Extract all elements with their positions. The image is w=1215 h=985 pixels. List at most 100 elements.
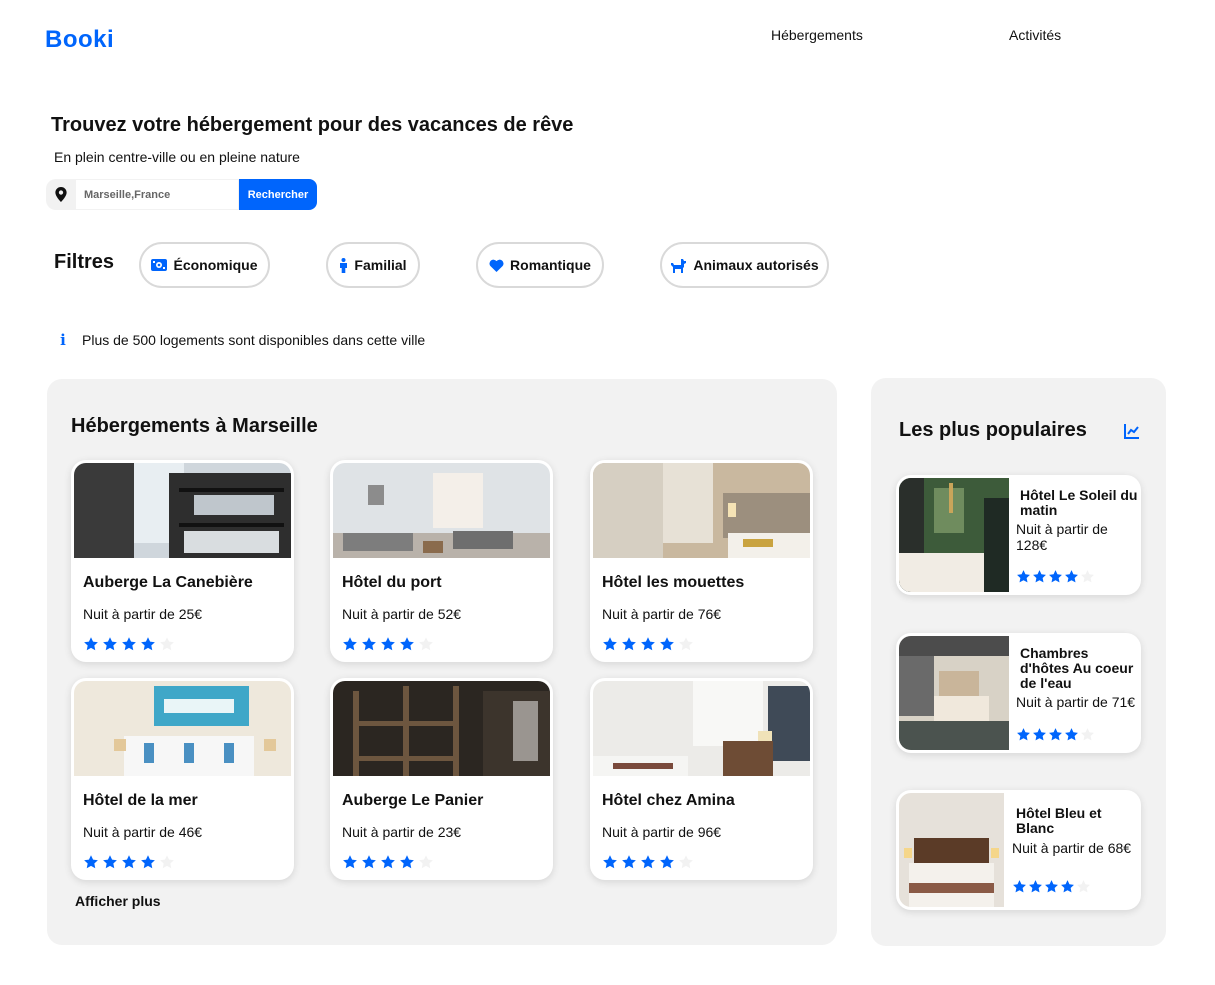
hotel-photo: [899, 636, 1009, 750]
star-filled-icon: [1032, 727, 1047, 742]
popular-card[interactable]: Hôtel Le Soleil du matin Nuit à partir d…: [896, 475, 1141, 595]
star-filled-icon: [621, 854, 637, 870]
star-filled-icon: [621, 636, 637, 652]
star-filled-icon: [102, 636, 118, 652]
search-bar: Rechercher: [46, 179, 317, 210]
star-filled-icon: [83, 636, 99, 652]
star-rating: [342, 636, 434, 652]
star-filled-icon: [1048, 727, 1063, 742]
star-rating: [602, 854, 694, 870]
accommodation-card[interactable]: Hôtel les mouettes Nuit à partir de 76€: [590, 460, 813, 662]
filter-familial[interactable]: Familial: [326, 242, 420, 288]
star-rating: [1016, 727, 1095, 742]
heart-icon: [489, 259, 504, 272]
star-filled-icon: [83, 854, 99, 870]
accommodation-price: Nuit à partir de 76€: [602, 606, 722, 622]
star-filled-icon: [1016, 727, 1031, 742]
trending-chart-icon: [1124, 424, 1139, 439]
filter-animaux-autorises[interactable]: Animaux autorisés: [660, 242, 829, 288]
availability-text: Plus de 500 logements sont disponibles d…: [82, 332, 426, 348]
star-filled-icon: [640, 636, 656, 652]
star-filled-icon: [380, 854, 396, 870]
accommodation-name: Hôtel chez Amina: [602, 792, 735, 809]
popular-title: Les plus populaires: [899, 419, 1087, 441]
popular-price: Nuit à partir de 128€: [1016, 521, 1108, 553]
star-empty-icon: [159, 636, 175, 652]
star-rating: [83, 636, 175, 652]
popular-price: Nuit à partir de 68€: [1012, 840, 1132, 856]
star-empty-icon: [418, 636, 434, 652]
filter-label: Romantique: [510, 257, 591, 273]
search-button[interactable]: Rechercher: [239, 179, 317, 210]
star-filled-icon: [1044, 879, 1059, 894]
star-filled-icon: [1064, 569, 1079, 584]
star-filled-icon: [1064, 727, 1079, 742]
popular-card[interactable]: Chambres d'hôtes Au coeur de l'eau Nuit …: [896, 633, 1141, 753]
popular-card[interactable]: Hôtel Bleu et Blanc Nuit à partir de 68€: [896, 790, 1141, 910]
hotel-photo: [74, 463, 291, 558]
page-subtitle: En plein centre-ville ou en pleine natur…: [54, 149, 300, 165]
star-rating: [342, 854, 434, 870]
star-empty-icon: [678, 636, 694, 652]
accommodation-name: Hôtel les mouettes: [602, 574, 745, 591]
nav-link-hebergements[interactable]: Hébergements: [771, 27, 863, 43]
filter-economique[interactable]: Économique: [139, 242, 270, 288]
dog-icon: [671, 258, 687, 273]
page-title: Trouvez votre hébergement pour des vacan…: [51, 114, 574, 136]
star-rating: [602, 636, 694, 652]
hotel-photo: [593, 681, 810, 776]
search-input[interactable]: [76, 179, 239, 210]
hotel-photo: [593, 463, 810, 558]
nav-link-activites[interactable]: Activités: [1009, 27, 1061, 43]
person-icon: [340, 257, 348, 273]
accommodation-card[interactable]: Hôtel du port Nuit à partir de 52€: [330, 460, 553, 662]
accommodation-name: Auberge La Canebière: [83, 574, 253, 591]
star-filled-icon: [121, 636, 137, 652]
money-icon: [151, 259, 168, 271]
accommodation-card[interactable]: Auberge La Canebière Nuit à partir de 25…: [71, 460, 294, 662]
hotel-photo: [74, 681, 291, 776]
filter-label: Économique: [173, 257, 258, 273]
star-empty-icon: [1080, 727, 1095, 742]
accommodation-card[interactable]: Auberge Le Panier Nuit à partir de 23€: [330, 678, 553, 880]
accommodation-card[interactable]: Hôtel chez Amina Nuit à partir de 96€: [590, 678, 813, 880]
star-filled-icon: [399, 636, 415, 652]
star-filled-icon: [1012, 879, 1027, 894]
star-filled-icon: [602, 854, 618, 870]
accommodation-name: Hôtel de la mer: [83, 792, 198, 809]
map-pin-icon: [46, 179, 76, 210]
star-filled-icon: [1048, 569, 1063, 584]
star-filled-icon: [102, 854, 118, 870]
booki-logo[interactable]: Booki: [45, 26, 114, 54]
filters-label: Filtres: [54, 251, 115, 273]
star-filled-icon: [361, 854, 377, 870]
star-rating: [1016, 569, 1095, 584]
hotel-photo: [899, 478, 1009, 592]
star-filled-icon: [640, 854, 656, 870]
accommodations-title: Hébergements à Marseille: [71, 415, 318, 437]
hotel-photo: [333, 681, 550, 776]
filter-label: Familial: [354, 257, 407, 273]
accommodation-price: Nuit à partir de 46€: [83, 824, 203, 840]
star-filled-icon: [342, 854, 358, 870]
accommodation-name: Auberge Le Panier: [342, 792, 484, 809]
star-filled-icon: [342, 636, 358, 652]
hotel-photo: [899, 793, 1004, 907]
filter-label: Animaux autorisés: [693, 257, 819, 273]
star-empty-icon: [159, 854, 175, 870]
accommodation-price: Nuit à partir de 52€: [342, 606, 462, 622]
info-icon: i: [60, 331, 66, 349]
star-filled-icon: [361, 636, 377, 652]
filter-romantique[interactable]: Romantique: [476, 242, 604, 288]
star-empty-icon: [678, 854, 694, 870]
star-filled-icon: [1032, 569, 1047, 584]
star-filled-icon: [140, 636, 156, 652]
star-filled-icon: [1028, 879, 1043, 894]
popular-panel: Les plus populaires Hôtel Le Soleil du m…: [871, 378, 1166, 946]
star-empty-icon: [1080, 569, 1095, 584]
popular-name: Hôtel Le Soleil du matin: [1020, 487, 1138, 518]
star-filled-icon: [121, 854, 137, 870]
show-more-link[interactable]: Afficher plus: [75, 893, 161, 909]
availability-info: i Plus de 500 logements sont disponibles…: [58, 331, 425, 349]
accommodation-card[interactable]: Hôtel de la mer Nuit à partir de 46€: [71, 678, 294, 880]
